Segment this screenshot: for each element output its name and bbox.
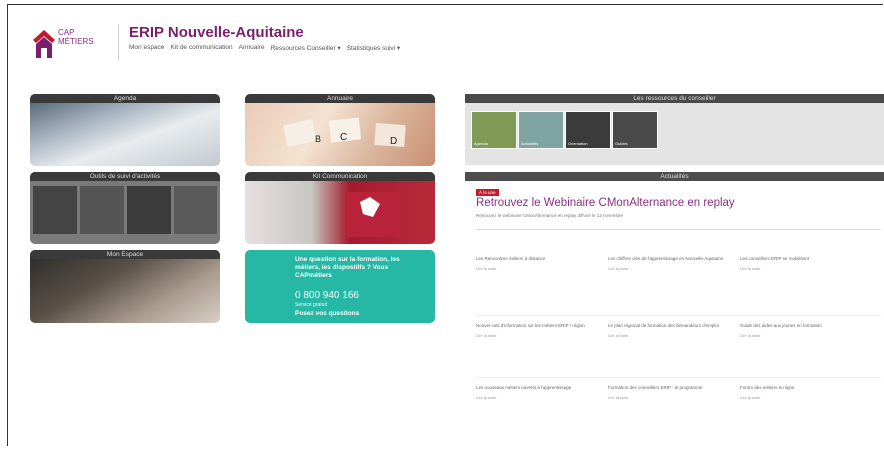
nav-mon-espace[interactable]: Mon espace <box>129 44 164 52</box>
ressource-thumb-2[interactable]: Actualités <box>518 111 564 149</box>
news-card-title: Les conseillers ERIP se mobilisent <box>740 256 809 261</box>
ressource-thumb-2-label: Actualités <box>521 141 539 146</box>
news-card-title: Le plan régional de formation des demand… <box>608 323 719 328</box>
tile-mon-espace[interactable]: Mon Espace <box>30 250 220 323</box>
ressource-thumb-3-label: Orientation <box>568 141 588 146</box>
news-card-more[interactable]: Lire la suite <box>476 266 604 271</box>
question-sub: Service gratuit <box>295 302 327 308</box>
ressources-title: Les ressources du conseiller <box>465 94 884 103</box>
main-nav: Mon espace Kit de communication Annuaire… <box>129 44 400 52</box>
actualites-title: Actualités <box>465 172 884 181</box>
question-text: Une question sur la formation, les métie… <box>295 256 400 279</box>
question-phone[interactable]: 0 800 940 166 <box>295 290 359 301</box>
outils-photos <box>33 186 217 234</box>
news-card-title: Formation des conseillers ERIP : le prog… <box>608 385 703 390</box>
nav-ressources-conseiller[interactable]: Ressources Conseiller ▾ <box>271 44 341 52</box>
news-card-more[interactable]: Lire la suite <box>476 333 604 338</box>
kit-image <box>345 192 400 237</box>
tile-agenda[interactable]: Agenda <box>30 94 220 166</box>
news-card-more[interactable]: Lire la suite <box>608 395 736 400</box>
news-card-more[interactable]: Lire la suite <box>740 333 868 338</box>
svg-text:C: C <box>340 132 347 143</box>
logo-text: CAP MÉTIERS <box>58 28 94 46</box>
tile-outils-suivi[interactable]: Outils de suivi d'activités <box>30 172 220 244</box>
ask-question-link[interactable]: Posez vos questions <box>295 310 359 317</box>
ressource-thumb-3[interactable]: Orientation <box>565 111 611 149</box>
nav-statistiques-suivi[interactable]: Statistiques suivi ▾ <box>347 44 400 52</box>
ressource-thumb-1-label: Agenda <box>474 141 488 146</box>
ressource-thumb-1[interactable]: Agenda <box>471 111 517 149</box>
news-card[interactable]: Les nouveaux métiers ouverts à l'apprent… <box>476 385 604 400</box>
news-card[interactable]: Les conseillers ERIP se mobilisent Lire … <box>740 256 868 271</box>
news-card-title: Les nouveaux métiers ouverts à l'apprent… <box>476 385 572 390</box>
news-card[interactable]: Les chiffres clés de l'apprentissage en … <box>608 256 736 271</box>
tile-question-formation[interactable]: Une question sur la formation, les métie… <box>245 250 435 323</box>
news-card-more[interactable]: Lire la suite <box>476 395 604 400</box>
news-card[interactable]: Guide des aides aux jeunes en formation … <box>740 323 868 338</box>
svg-text:B: B <box>315 134 321 144</box>
news-row-divider <box>476 377 881 378</box>
ressource-thumb-4[interactable]: Guides <box>612 111 658 149</box>
svg-text:D: D <box>390 136 397 147</box>
news-card-more[interactable]: Lire la suite <box>608 333 736 338</box>
news-card-title: Les Rencontres métiers à distance <box>476 256 546 261</box>
news-divider <box>476 229 881 230</box>
news-card-title: Guide des aides aux jeunes en formation <box>740 323 822 328</box>
site-title[interactable]: ERIP Nouvelle-Aquitaine <box>129 24 304 41</box>
logo-line-2: MÉTIERS <box>58 37 94 46</box>
tile-agenda-label: Agenda <box>30 94 220 103</box>
nav-annuaire[interactable]: Annuaire <box>239 44 265 52</box>
news-card-more[interactable]: Lire la suite <box>740 266 868 271</box>
index-cards-image: B C D <box>283 117 406 148</box>
news-card-title: Les chiffres clés de l'apprentissage en … <box>608 256 724 261</box>
tile-mon-espace-label: Mon Espace <box>30 250 220 259</box>
news-card[interactable]: Les Rencontres métiers à distance Lire l… <box>476 256 604 271</box>
news-badge: À la une <box>476 189 499 196</box>
news-card[interactable]: Formation des conseillers ERIP : le prog… <box>608 385 736 400</box>
news-subtext: Retrouvez le webinaire CMonAlternance en… <box>476 213 623 218</box>
logo-line-1: CAP <box>58 28 75 37</box>
news-row-divider <box>476 315 881 316</box>
tile-annuaire[interactable]: Annuaire B C D <box>245 94 435 166</box>
news-card[interactable]: Forum des métiers en ligne Lire la suite <box>740 385 868 400</box>
news-card-more[interactable]: Lire la suite <box>740 395 868 400</box>
header-divider <box>118 24 119 60</box>
news-card[interactable]: Nouvel outil d'information sur les métie… <box>476 323 604 338</box>
news-card-title: Forum des métiers en ligne <box>740 385 795 390</box>
actualites-panel: Actualités À la une Retrouvez le Webinai… <box>465 172 884 446</box>
nav-kit-communication[interactable]: Kit de communication <box>170 44 232 52</box>
tile-kit-communication[interactable]: Kit Communication <box>245 172 435 244</box>
ressource-thumb-4-label: Guides <box>615 141 628 146</box>
news-headline[interactable]: Retrouvez le Webinaire CMonAlternance en… <box>476 197 735 209</box>
news-card[interactable]: Le plan régional de formation des demand… <box>608 323 736 338</box>
news-card-title: Nouvel outil d'information sur les métie… <box>476 323 585 328</box>
ressources-panel: Les ressources du conseiller Agenda Actu… <box>465 94 884 165</box>
news-card-more[interactable]: Lire la suite <box>608 266 736 271</box>
